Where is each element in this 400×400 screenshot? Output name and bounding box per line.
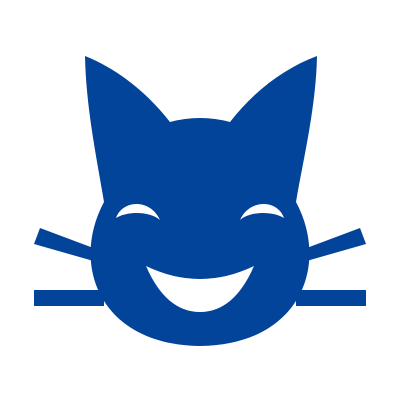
grinning-cat-smiling-eyes-icon	[34, 56, 366, 346]
emoji-canvas	[0, 0, 400, 400]
left-whisker-lower	[34, 290, 104, 306]
right-whisker-lower	[296, 290, 366, 306]
